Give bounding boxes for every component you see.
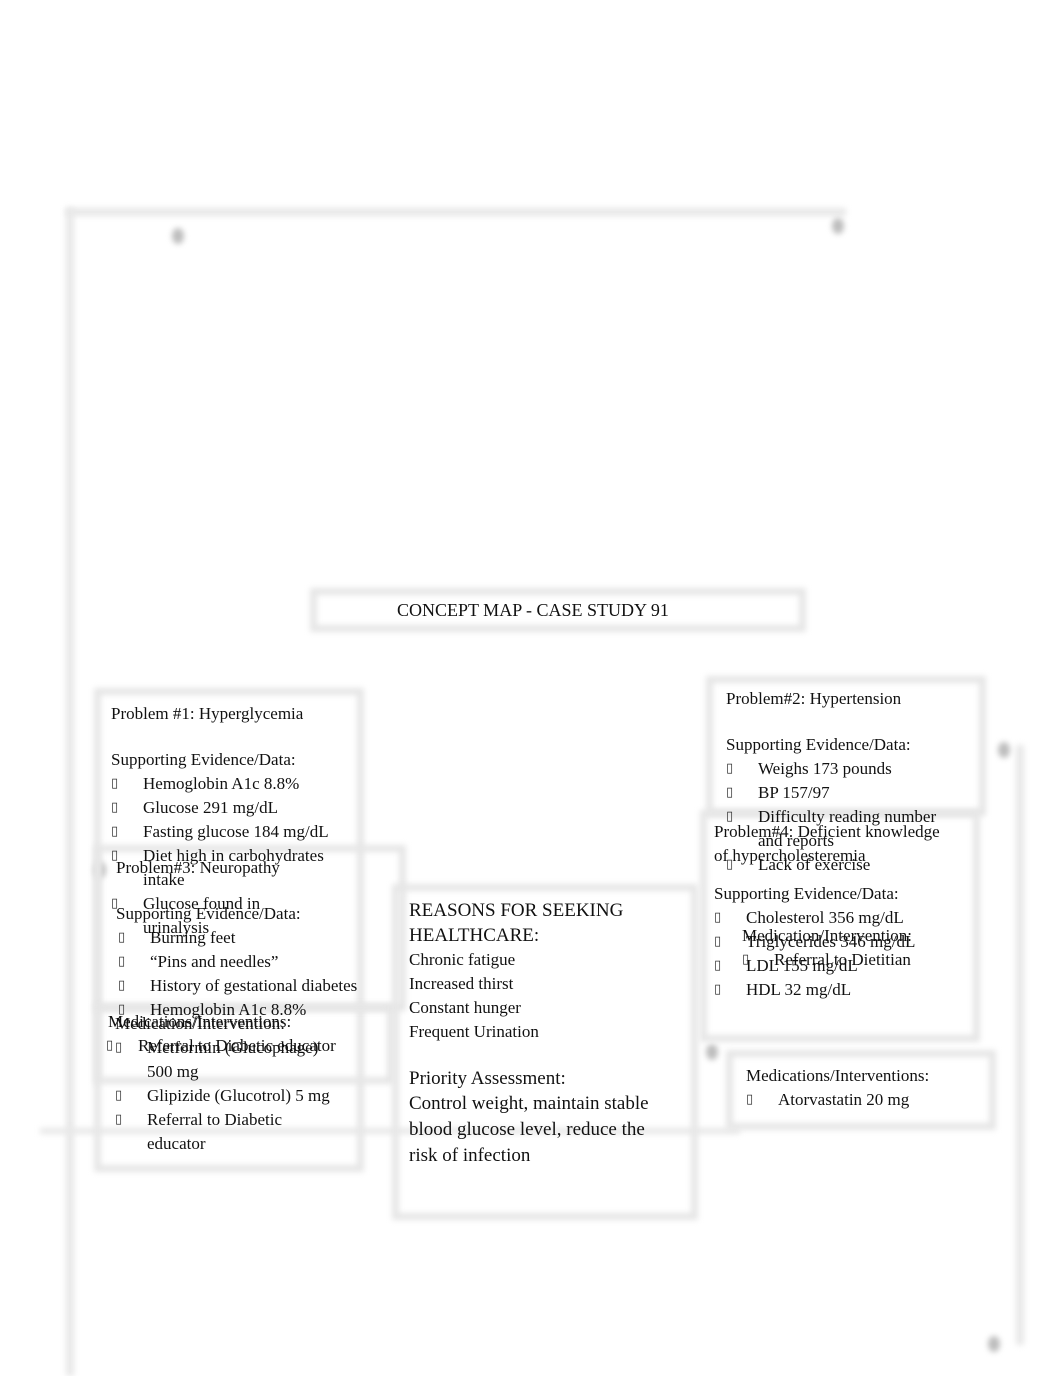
list-item: ▯ Glucose 291 mg/dL xyxy=(111,796,329,820)
list-item-text: Triglycerides 346 mg/dL xyxy=(746,932,916,951)
arrowhead-icon xyxy=(706,1044,718,1060)
arrowhead-icon xyxy=(988,1336,1000,1352)
reason-item: Chronic fatigue xyxy=(409,950,516,969)
bullet-icon: ▯ xyxy=(118,978,126,993)
center-heading-line1: REASONS FOR SEEKING xyxy=(409,900,624,921)
bullet-icon: ▯ xyxy=(714,982,722,997)
list-item: ▯ Triglycerides 346 mg/dL xyxy=(714,930,940,954)
list-item: ▯ BP 157/97 xyxy=(726,781,936,805)
problem2-evidence-label: Supporting Evidence/Data: xyxy=(726,735,911,754)
bullet-icon: ▯ xyxy=(115,1088,123,1103)
bullet-icon: ▯ xyxy=(111,776,119,791)
list-item: ▯ LDL 155 mg/dL xyxy=(714,954,940,978)
problem4-evidence-label: Supporting Evidence/Data: xyxy=(714,884,899,903)
arrowhead-icon xyxy=(172,228,184,244)
list-item-text: LDL 155 mg/dL xyxy=(746,956,858,975)
list-item-text: 500 mg xyxy=(147,1062,199,1081)
list-item: ▯ Cholesterol 356 mg/dL xyxy=(714,906,940,930)
list-item: ▯ “Pins and needles” xyxy=(118,950,357,974)
list-item-text: Hemoglobin A1c 8.8% xyxy=(143,774,300,793)
problem1-evidence-label: Supporting Evidence/Data: xyxy=(111,750,296,769)
list-item-text: Referral to Diabetic xyxy=(147,1110,282,1129)
priority-line: blood glucose level, reduce the xyxy=(409,1119,645,1140)
list-item-text: Burning feet xyxy=(150,928,236,947)
problem3-med-label: Medications/Interventions: xyxy=(108,1012,292,1031)
problem3-evidence-list: ▯ Burning feet ▯ “Pins and needles” ▯ History… xyxy=(118,926,357,1022)
problem4-heading-line2: of hypercholesteremia xyxy=(714,846,866,865)
bullet-icon: ▯ xyxy=(106,1038,114,1053)
list-item: ▯ Fasting glucose 184 mg/dL xyxy=(111,820,329,844)
problem4-heading-line1: Problem#4: Deficient knowledge xyxy=(714,822,940,841)
problem2-heading: Problem#2: Hypertension xyxy=(726,689,902,708)
bullet-icon: ▯ xyxy=(714,934,722,949)
list-item: ▯ Referral to Diabetic educator xyxy=(115,1108,330,1156)
problem3-meds-block: Medications/Interventions: ▯ Referral to … xyxy=(106,1010,336,1058)
problem4-med-list: ▯ Atorvastatin 20 mg xyxy=(746,1088,929,1112)
problem3-evidence-label: Supporting Evidence/Data: xyxy=(116,904,301,923)
list-item: ▯ Glipizide (Glucotrol) 5 mg xyxy=(115,1084,330,1108)
list-item: ▯ Burning feet xyxy=(118,926,357,950)
list-item-text: Fasting glucose 184 mg/dL xyxy=(143,822,329,841)
bullet-icon: ▯ xyxy=(714,910,722,925)
bullet-icon: ▯ xyxy=(118,954,126,969)
list-item-text: Atorvastatin 20 mg xyxy=(778,1090,910,1109)
problem3-block: Problem#3: Neuropathy Supporting Evidenc… xyxy=(116,856,357,1022)
list-item-text: educator xyxy=(147,1134,206,1153)
list-item-text: HDL 32 mg/dL xyxy=(746,980,852,999)
list-item-text: Glucose 291 mg/dL xyxy=(143,798,279,817)
problem1-heading: Problem #1: Hyperglycemia xyxy=(111,704,304,723)
bullet-icon: ▯ xyxy=(115,1112,123,1127)
reason-item: Constant hunger xyxy=(409,998,521,1017)
center-heading-line2: HEALTHCARE: xyxy=(409,925,540,946)
connector-left xyxy=(66,208,74,1376)
connector-top xyxy=(66,208,846,216)
list-item: ▯ Atorvastatin 20 mg xyxy=(746,1088,929,1112)
bullet-icon: ▯ xyxy=(746,1092,754,1107)
list-item: ▯ HDL 32 mg/dL xyxy=(714,978,940,1002)
arrowhead-icon xyxy=(998,742,1010,758)
priority-label: Priority Assessment: xyxy=(409,1068,566,1089)
problem4-evidence-list: ▯ Cholesterol 356 mg/dL ▯ Triglycerides 346… xyxy=(714,906,940,1002)
bullet-icon: ▯ xyxy=(111,824,119,839)
bullet-icon: ▯ xyxy=(726,761,734,776)
arrowhead-icon xyxy=(832,218,844,234)
list-item-text: “Pins and needles” xyxy=(150,952,279,971)
list-item: ▯ Hemoglobin A1c 8.8% xyxy=(111,772,329,796)
priority-line: Control weight, maintain stable xyxy=(409,1093,649,1114)
list-item: ▯ Referral to Diabetic educator xyxy=(106,1034,336,1058)
problem3-heading: Problem#3: Neuropathy xyxy=(116,858,280,877)
reason-item: Increased thirst xyxy=(409,974,514,993)
center-block: REASONS FOR SEEKING HEALTHCARE: Chronic … xyxy=(409,898,649,1169)
bullet-icon: ▯ xyxy=(111,800,119,815)
bullet-icon: ▯ xyxy=(118,930,126,945)
problem4-block: Problem#4: Deficient knowledge of hyperc… xyxy=(714,820,940,1002)
list-item: ▯ History of gestational diabetes xyxy=(118,974,357,998)
list-item-text: Referral to Diabetic educator xyxy=(138,1036,336,1055)
list-item: ▯ Weighs 173 pounds xyxy=(726,757,936,781)
list-item-text: Weighs 173 pounds xyxy=(758,759,892,778)
list-item-text: History of gestational diabetes xyxy=(150,976,358,995)
page-title: CONCEPT MAP - CASE STUDY 91 xyxy=(397,600,669,620)
connector-right xyxy=(1016,745,1024,1345)
problem4-meds-block: Medications/Interventions: ▯ Atorvastatin… xyxy=(746,1064,929,1112)
list-item-text: Glipizide (Glucotrol) 5 mg xyxy=(147,1086,330,1105)
reason-item: Frequent Urination xyxy=(409,1022,539,1041)
problem3-med-list: ▯ Referral to Diabetic educator xyxy=(106,1034,336,1058)
priority-line: risk of infection xyxy=(409,1145,531,1166)
problem4-med-label: Medications/Interventions: xyxy=(746,1066,930,1085)
list-item-text: Cholesterol 356 mg/dL xyxy=(746,908,904,927)
bullet-icon: ▯ xyxy=(714,958,722,973)
bullet-icon: ▯ xyxy=(726,785,734,800)
list-item-text: BP 157/97 xyxy=(758,783,830,802)
